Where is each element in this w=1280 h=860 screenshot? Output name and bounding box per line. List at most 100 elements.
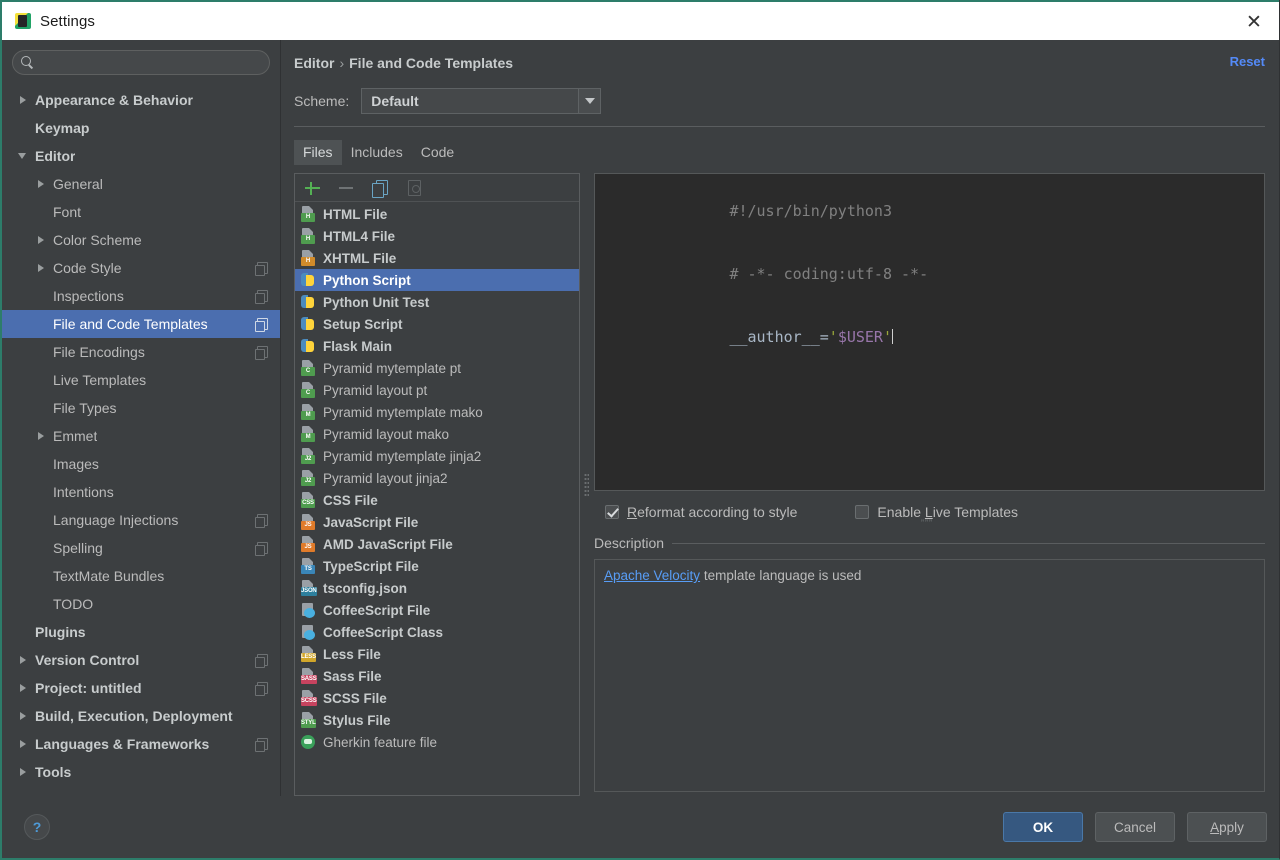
sidebar-item-general[interactable]: General [2,170,280,198]
template-list-item[interactable]: H HTML4 File [295,225,579,247]
chevron-down-icon[interactable] [17,150,29,162]
cancel-button[interactable]: Cancel [1095,812,1175,842]
copy-settings-icon[interactable] [255,290,268,304]
template-list-item[interactable]: LESS Less File [295,643,579,665]
chevron-right-icon[interactable] [35,430,47,442]
tab-code[interactable]: Code [412,140,463,165]
chevron-right-icon[interactable] [17,710,29,722]
copy-icon[interactable] [370,178,390,198]
sidebar-item-language-injections[interactable]: Language Injections [2,506,280,534]
chevron-right-icon[interactable] [35,178,47,190]
pane-splitter[interactable] [580,173,594,796]
sidebar-item-color-scheme[interactable]: Color Scheme [2,226,280,254]
sidebar-item-code-style[interactable]: Code Style [2,254,280,282]
sidebar-item-file-types[interactable]: File Types [2,394,280,422]
tab-includes[interactable]: Includes [342,140,412,165]
copy-settings-icon[interactable] [255,738,268,752]
sidebar-item-font[interactable]: Font [2,198,280,226]
sidebar-item-todo[interactable]: TODO [2,590,280,618]
reformat-checkbox[interactable] [605,505,619,519]
help-button[interactable]: ? [24,814,50,840]
dialog-footer: ? OK Cancel Apply [2,796,1279,858]
live-templates-checkbox-row[interactable]: Enable Live Templates [855,504,1018,520]
sidebar-item-project-untitled[interactable]: Project: untitled [2,674,280,702]
sidebar-item-file-encodings[interactable]: File Encodings [2,338,280,366]
search-box[interactable] [12,50,270,75]
copy-settings-icon[interactable] [255,514,268,528]
template-list-item[interactable]: JS AMD JavaScript File [295,533,579,555]
template-list-item[interactable]: C Pyramid mytemplate pt [295,357,579,379]
template-list-item[interactable]: CoffeeScript Class [295,621,579,643]
sidebar-item-languages-frameworks[interactable]: Languages & Frameworks [2,730,280,758]
sidebar-item-live-templates[interactable]: Live Templates [2,366,280,394]
template-code-editor[interactable]: #!/usr/bin/python3 # -*- coding:utf-8 -*… [594,173,1265,491]
scheme-dropdown[interactable]: Default [361,88,602,114]
chevron-right-icon[interactable] [17,682,29,694]
tab-files[interactable]: Files [294,140,342,165]
sidebar-item-keymap[interactable]: Keymap [2,114,280,142]
template-list-item[interactable]: JS JavaScript File [295,511,579,533]
ok-button[interactable]: OK [1003,812,1083,842]
sidebar-item-plugins[interactable]: Plugins [2,618,280,646]
template-list-item[interactable]: Python Unit Test [295,291,579,313]
apache-velocity-link[interactable]: Apache Velocity [604,568,700,583]
live-templates-checkbox[interactable] [855,505,870,519]
reset-link[interactable]: Reset [1230,54,1265,69]
template-list-item[interactable]: SASS Sass File [295,665,579,687]
chevron-right-icon[interactable] [17,738,29,750]
copy-settings-icon[interactable] [255,318,268,332]
copy-settings-icon[interactable] [255,262,268,276]
sidebar-item-build-execution-deployment[interactable]: Build, Execution, Deployment [2,702,280,730]
sidebar-item-appearance-behavior[interactable]: Appearance & Behavior [2,86,280,114]
chevron-right-icon[interactable] [17,94,29,106]
sidebar-item-spelling[interactable]: Spelling [2,534,280,562]
chevron-right-icon[interactable] [17,654,29,666]
template-list-item[interactable]: C Pyramid layout pt [295,379,579,401]
sidebar-item-tools[interactable]: Tools [2,758,280,786]
copy-settings-icon[interactable] [255,542,268,556]
copy-settings-icon[interactable] [255,682,268,696]
template-list-item[interactable]: H HTML File [295,203,579,225]
reformat-checkbox-row[interactable]: Reformat according to style [605,504,797,520]
template-list-item-label: Stylus File [323,712,391,728]
sidebar-item-label: Languages & Frameworks [35,736,210,752]
copy-settings-icon[interactable] [255,654,268,668]
template-list-item[interactable]: CoffeeScript File [295,599,579,621]
sidebar-item-editor[interactable]: Editor [2,142,280,170]
template-list-item[interactable]: SCSS SCSS File [295,687,579,709]
copy-settings-icon[interactable] [255,346,268,360]
template-list-item[interactable]: STYL Stylus File [295,709,579,731]
sidebar-item-inspections[interactable]: Inspections [2,282,280,310]
template-list-item[interactable]: H XHTML File [295,247,579,269]
template-list-item[interactable]: Gherkin feature file [295,731,579,753]
sidebar-item-images[interactable]: Images [2,450,280,478]
template-list-item[interactable]: M Pyramid mytemplate mako [295,401,579,423]
template-list-item[interactable]: Flask Main [295,335,579,357]
template-list-item[interactable]: TS TypeScript File [295,555,579,577]
template-list-item[interactable]: J2 Pyramid layout jinja2 [295,467,579,489]
apply-button[interactable]: Apply [1187,812,1267,842]
chevron-right-icon[interactable] [35,262,47,274]
sidebar-item-file-and-code-templates[interactable]: File and Code Templates [2,310,280,338]
search-input[interactable] [39,51,269,74]
template-list-item[interactable]: Python Script [295,269,579,291]
template-list-item[interactable]: J2 Pyramid mytemplate jinja2 [295,445,579,467]
template-list-item[interactable]: CSS CSS File [295,489,579,511]
sidebar-item-version-control[interactable]: Version Control [2,646,280,674]
sidebar-item-label: Version Control [35,652,140,668]
sidebar-item-intentions[interactable]: Intentions [2,478,280,506]
sidebar-item-label: File Types [53,400,117,416]
chevron-down-icon[interactable] [578,89,601,113]
template-list-item[interactable]: JSON tsconfig.json [295,577,579,599]
chevron-right-icon[interactable] [17,766,29,778]
chevron-right-icon[interactable] [35,234,47,246]
sidebar-item-textmate-bundles[interactable]: TextMate Bundles [2,562,280,590]
sidebar-item-emmet[interactable]: Emmet [2,422,280,450]
template-list-item[interactable]: Setup Script [295,313,579,335]
close-icon[interactable]: ✕ [1237,6,1271,38]
chameleon-file-icon: C [300,382,316,398]
plus-icon[interactable] [302,178,322,198]
template-list-item[interactable]: M Pyramid layout mako [295,423,579,445]
